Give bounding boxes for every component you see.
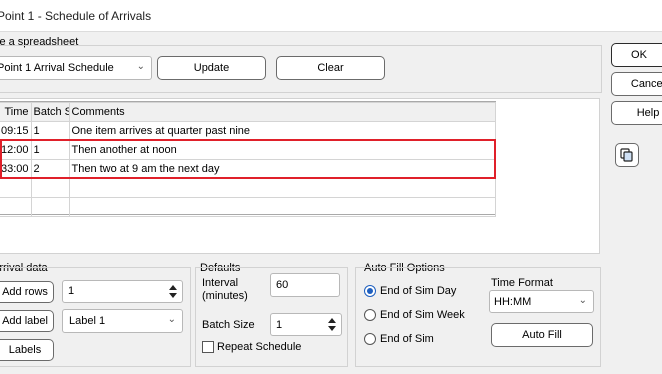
help-button[interactable]: Help [611, 101, 662, 125]
interval-value: 60 [276, 279, 289, 291]
update-button-label: Update [193, 62, 230, 74]
chevron-down-icon: ⌄ [578, 295, 587, 306]
clear-button[interactable]: Clear [276, 56, 385, 80]
option-end-of-sim-day: End of Sim Day [380, 285, 457, 297]
cell-comment[interactable] [68, 178, 496, 198]
batch-size-stepper[interactable]: 1 [270, 313, 342, 336]
label-select[interactable]: Label 1 ⌄ [62, 309, 183, 333]
cell-batch[interactable] [30, 178, 70, 198]
ok-button[interactable]: OK [611, 43, 662, 67]
chevron-down-icon: ⌄ [167, 314, 176, 325]
label-select-value: Label 1 [69, 315, 106, 327]
highlight-box [0, 139, 496, 179]
cancel-button-label: Cancel [630, 78, 662, 90]
cell-time[interactable] [0, 197, 32, 217]
cell-batch[interactable] [30, 197, 70, 217]
table-row[interactable] [0, 197, 496, 217]
labels-button[interactable]: Labels [0, 339, 54, 361]
ok-button-label: OK [631, 49, 647, 61]
help-button-label: Help [636, 107, 660, 119]
chevron-down-icon: ⌄ [136, 61, 145, 72]
batch-size-label: Batch Size [202, 319, 255, 331]
spreadsheet-select[interactable]: Point 1 Arrival Schedule ⌄ [0, 56, 152, 80]
radio-end-of-sim[interactable] [364, 333, 376, 345]
cell-batch[interactable]: 1 [30, 121, 70, 141]
radio-end-of-sim-week[interactable] [364, 309, 376, 321]
interval-label: Interval (minutes) [202, 277, 248, 302]
add-rows-value: 1 [68, 285, 75, 297]
clear-button-label: Clear [317, 62, 344, 74]
time-format-label: Time Format [491, 277, 553, 289]
cancel-button[interactable]: Cancel [611, 72, 662, 96]
table-row[interactable]: 09:15 1 One item arrives at quarter past… [0, 121, 496, 141]
update-button[interactable]: Update [157, 56, 266, 80]
time-format-select[interactable]: HH:MM ⌄ [489, 290, 594, 313]
table-header: Time Batch Size Comments [0, 102, 496, 122]
option-end-of-sim: End of Sim [380, 333, 434, 345]
add-rows-label: Add rows [2, 286, 48, 298]
cell-time[interactable] [0, 178, 32, 198]
column-header-time: Time [0, 102, 32, 122]
add-rows-stepper[interactable]: 1 [62, 280, 183, 303]
cell-comment[interactable]: One item arrives at quarter past nine [68, 121, 496, 141]
stepper-arrows-icon[interactable] [326, 316, 338, 333]
cell-time[interactable]: 09:15 [0, 121, 32, 141]
add-label-button[interactable]: Add label [0, 310, 54, 332]
interval-input[interactable]: 60 [270, 273, 340, 297]
option-end-of-sim-week: End of Sim Week [380, 309, 465, 321]
labels-button-label: Labels [8, 344, 42, 356]
copy-button[interactable] [615, 143, 639, 167]
auto-fill-button-label: Auto Fill [522, 329, 562, 341]
repeat-schedule-checkbox[interactable] [202, 341, 214, 353]
window-title: Point 1 - Schedule of Arrivals [0, 9, 152, 23]
table-row[interactable] [0, 178, 496, 198]
add-label-label: Add label [2, 315, 48, 327]
copy-icon [620, 148, 633, 162]
repeat-schedule-label: Repeat Schedule [217, 341, 302, 353]
column-header-comments: Comments [68, 102, 496, 122]
add-rows-button[interactable]: Add rows [0, 281, 54, 303]
radio-end-of-sim-day[interactable] [364, 285, 376, 297]
stepper-arrows-icon[interactable] [167, 283, 179, 300]
column-header-batch-size: Batch Size [30, 102, 70, 122]
auto-fill-button[interactable]: Auto Fill [491, 323, 593, 347]
batch-size-value: 1 [276, 319, 283, 331]
time-format-value: HH:MM [494, 295, 532, 308]
cell-comment[interactable] [68, 197, 496, 217]
spreadsheet-selected: Point 1 Arrival Schedule [0, 62, 114, 74]
title-bar: Point 1 - Schedule of Arrivals [0, 0, 662, 32]
